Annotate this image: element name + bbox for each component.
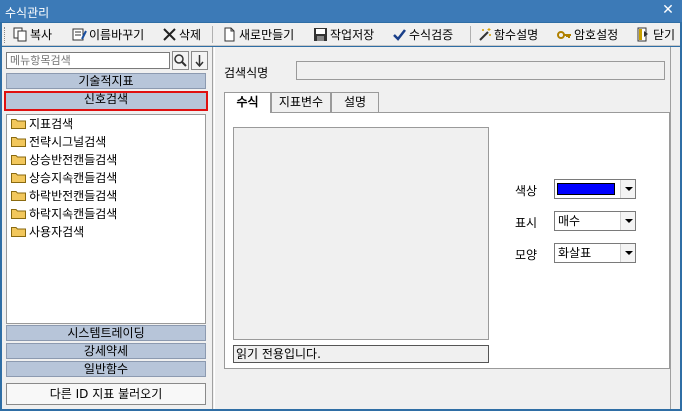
- rename-icon: [72, 27, 87, 42]
- load-other-id-button[interactable]: 다른 ID 지표 불러오기: [6, 383, 206, 405]
- rename-label: 이름바꾸기: [89, 28, 145, 42]
- menu-search-input[interactable]: [6, 52, 170, 69]
- toolbar-grip[interactable]: [4, 27, 7, 43]
- shape-value: 화살표: [558, 246, 592, 260]
- tree-item-label: 상승지속캔들검색: [29, 170, 118, 185]
- display-value: 매수: [558, 214, 581, 228]
- close-button[interactable]: 닫기: [636, 25, 675, 44]
- function-help-button[interactable]: 함수설명: [477, 25, 538, 44]
- folder-icon: [11, 136, 26, 147]
- tree-item[interactable]: 하락지속캔들검색: [11, 205, 117, 221]
- verify-label: 수식검증: [409, 28, 454, 42]
- tab-index-variables[interactable]: 지표변수: [271, 92, 331, 112]
- tree-item[interactable]: 지표검색: [11, 115, 73, 131]
- new-button[interactable]: 새로만들기: [222, 25, 294, 44]
- read-only-status: 읽기 전용입니다.: [233, 345, 489, 363]
- search-button[interactable]: [172, 51, 189, 70]
- password-label: 암호설정: [574, 28, 619, 42]
- folder-icon: [11, 208, 26, 219]
- key-icon: [557, 27, 572, 42]
- save-label: 작업저장: [330, 28, 375, 42]
- window-title: 수식관리: [5, 6, 50, 20]
- copy-icon: [13, 27, 28, 42]
- search-name-label: 검색식명: [224, 66, 269, 80]
- shape-select[interactable]: 화살표: [554, 243, 636, 263]
- magic-wand-icon: [477, 27, 492, 42]
- shape-label: 모양: [515, 248, 538, 262]
- category-signal-search[interactable]: 신호검색: [4, 91, 208, 111]
- save-button[interactable]: 작업저장: [313, 25, 374, 44]
- tree-item-label: 전략시그널검색: [29, 134, 107, 149]
- tree-item[interactable]: 상승지속캔들검색: [11, 169, 117, 185]
- search-next-button[interactable]: [191, 51, 208, 70]
- tree-item[interactable]: 상승반전캔들검색: [11, 151, 117, 167]
- tree-item-label: 하락반전캔들검색: [29, 188, 118, 203]
- tree-item[interactable]: 사용자검색: [11, 223, 84, 239]
- formula-editor[interactable]: [233, 127, 489, 340]
- toolbar-separator: [470, 26, 471, 43]
- tab-formula[interactable]: 수식: [224, 92, 271, 113]
- category-general-functions[interactable]: 일반함수: [6, 361, 206, 377]
- checkmark-icon: [392, 27, 407, 42]
- function-help-label: 함수설명: [494, 28, 539, 42]
- password-button[interactable]: 암호설정: [557, 25, 618, 44]
- color-picker[interactable]: [554, 179, 636, 199]
- display-label: 표시: [515, 216, 538, 230]
- color-swatch: [557, 183, 615, 195]
- folder-icon: [11, 190, 26, 201]
- search-name-field[interactable]: [296, 61, 665, 80]
- tree-item-label: 지표검색: [29, 116, 74, 131]
- toolbar-separator: [212, 26, 213, 43]
- close-label: 닫기: [653, 28, 676, 42]
- chevron-down-icon[interactable]: [620, 244, 635, 262]
- chevron-down-icon[interactable]: [620, 212, 635, 230]
- category-strength[interactable]: 강세약세: [6, 343, 206, 359]
- copy-button[interactable]: 복사: [13, 25, 52, 44]
- tree-view[interactable]: 지표검색 전략시그널검색 상승반전캔들검색 상승지속캔들검색 하락반전캔들검색: [6, 114, 206, 324]
- folder-icon: [11, 118, 26, 129]
- new-document-icon: [222, 27, 237, 42]
- exit-door-icon: [636, 27, 651, 42]
- delete-button[interactable]: 삭제: [162, 25, 201, 44]
- close-icon[interactable]: ✕: [660, 1, 676, 19]
- rename-button[interactable]: 이름바꾸기: [72, 25, 144, 44]
- category-system-trading[interactable]: 시스템트레이딩: [6, 325, 206, 341]
- tab-description[interactable]: 설명: [331, 92, 379, 112]
- title-bar: 수식관리 ✕: [0, 0, 682, 22]
- dialog-body: 기술적지표 신호검색 지표검색 전략시그널검색 상승반전캔들검색 상승지속캔들: [2, 47, 680, 409]
- category-tech-index[interactable]: 기술적지표: [6, 73, 206, 89]
- display-select[interactable]: 매수: [554, 211, 636, 231]
- tree-item-label: 하락지속캔들검색: [29, 206, 118, 221]
- chevron-down-icon[interactable]: [620, 180, 635, 198]
- folder-icon: [11, 172, 26, 183]
- tree-item-label: 상승반전캔들검색: [29, 152, 118, 167]
- new-label: 새로만들기: [239, 28, 295, 42]
- copy-label: 복사: [30, 28, 53, 42]
- toolbar: 복사 이름바꾸기 삭제 새로만들기 작업저장 수식검증 함수설명 암호설정 닫기: [2, 23, 680, 46]
- right-border: [670, 47, 672, 409]
- tree-item[interactable]: 전략시그널검색: [11, 133, 106, 149]
- delete-label: 삭제: [179, 28, 202, 42]
- panel-splitter[interactable]: [212, 47, 215, 409]
- color-label: 색상: [515, 184, 538, 198]
- window: 수식관리 ✕ 복사 이름바꾸기 삭제 새로만들기 작업저장 수식검증 함수설명 …: [0, 0, 682, 411]
- verify-button[interactable]: 수식검증: [392, 25, 453, 44]
- left-panel: 기술적지표 신호검색 지표검색 전략시그널검색 상승반전캔들검색 상승지속캔들: [4, 50, 210, 406]
- save-icon: [313, 27, 328, 42]
- delete-icon: [162, 27, 177, 42]
- tree-item[interactable]: 하락반전캔들검색: [11, 187, 117, 203]
- tree-item-label: 사용자검색: [29, 224, 85, 239]
- folder-icon: [11, 154, 26, 165]
- folder-icon: [11, 226, 26, 237]
